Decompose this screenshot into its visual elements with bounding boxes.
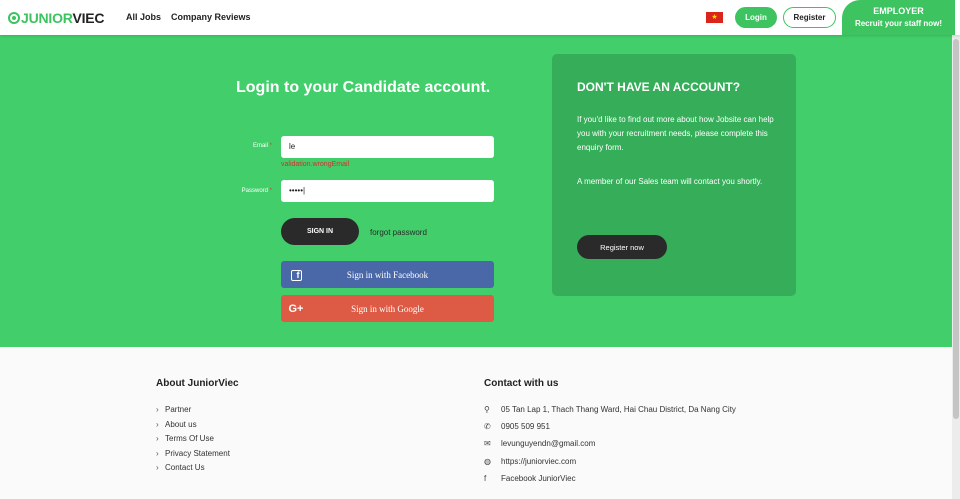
about-title: About JuniorViec xyxy=(156,378,239,389)
google-signin-button[interactable]: G+ Sign in with Google xyxy=(281,295,494,322)
signup-panel-title: DON'T HAVE AN ACCOUNT? xyxy=(577,80,741,94)
phone-icon: ✆ xyxy=(484,422,491,431)
vietnam-flag-icon[interactable]: ★ xyxy=(706,12,723,23)
footer-link-terms[interactable]: › Terms Of Use xyxy=(156,434,214,443)
google-signin-label: Sign in with Google xyxy=(351,303,424,314)
employer-button[interactable]: EMPLOYER Recruit your staff now! xyxy=(842,0,955,35)
chevron-right-icon: › xyxy=(156,420,159,429)
footer-link-partner[interactable]: › Partner xyxy=(156,405,191,414)
required-mark: * xyxy=(269,143,272,149)
password-field[interactable]: •••••| xyxy=(281,180,494,202)
login-title: Login to your Candidate account. xyxy=(236,79,491,96)
chevron-right-icon: › xyxy=(156,405,159,414)
footer-link-contact-us[interactable]: › Contact Us xyxy=(156,463,205,472)
envelope-icon: ✉ xyxy=(484,439,491,448)
contact-phone: ✆ 0905 509 951 xyxy=(484,422,550,431)
google-plus-icon: G+ xyxy=(288,302,304,315)
email-field[interactable]: le xyxy=(281,136,494,158)
employer-title: EMPLOYER xyxy=(873,6,924,16)
facebook-signin-button[interactable]: f Sign in with Facebook xyxy=(281,261,494,288)
signup-panel: DON'T HAVE AN ACCOUNT? If you'd like to … xyxy=(552,54,796,296)
footer-link-about-us[interactable]: › About us xyxy=(156,420,197,429)
signup-panel-text-1: If you'd like to find out more about how… xyxy=(577,115,774,152)
contact-address: ⚲ 05 Tan Lap 1, Thach Thang Ward, Hai Cha… xyxy=(484,405,736,414)
email-label: Email * xyxy=(252,143,272,149)
site-logo[interactable]: JUNIORVIEC xyxy=(8,9,105,27)
nav-all-jobs[interactable]: All Jobs xyxy=(126,12,161,22)
map-marker-icon: ⚲ xyxy=(484,405,490,414)
employer-subtitle: Recruit your staff now! xyxy=(854,19,943,28)
forgot-password-link[interactable]: forgot password xyxy=(370,228,427,237)
contact-email[interactable]: ✉ levunguyendn@gmail.com xyxy=(484,439,595,448)
page-scrollbar[interactable] xyxy=(952,35,960,499)
password-label: Password * xyxy=(241,188,272,194)
scrollbar-thumb[interactable] xyxy=(953,39,959,419)
nav-company-reviews[interactable]: Company Reviews xyxy=(171,12,251,22)
contact-website[interactable]: ◍ https://juniorviec.com xyxy=(484,457,576,466)
logo-text-viec: VIEC xyxy=(72,10,105,26)
chevron-right-icon: › xyxy=(156,449,159,458)
facebook-signin-label: Sign in with Facebook xyxy=(346,269,429,280)
facebook-icon: f xyxy=(484,474,487,483)
sign-in-button[interactable]: SIGN IN xyxy=(281,218,359,245)
top-header: JUNIORVIEC All Jobs Company Reviews ★ Lo… xyxy=(0,0,960,35)
chevron-right-icon: › xyxy=(156,434,159,443)
register-now-button[interactable]: Register now xyxy=(577,235,667,259)
signup-panel-text-2: A member of our Sales team will contact … xyxy=(577,177,763,186)
header-register-button[interactable]: Register xyxy=(783,7,836,28)
logo-text-junior: JUNIOR xyxy=(21,10,73,26)
footer-link-privacy[interactable]: › Privacy Statement xyxy=(156,449,230,458)
logo-icon xyxy=(8,12,20,24)
chevron-right-icon: › xyxy=(156,463,159,472)
contact-title: Contact with us xyxy=(484,378,559,389)
globe-icon: ◍ xyxy=(484,457,491,466)
login-section: Login to your Candidate account. Email *… xyxy=(0,35,952,347)
contact-facebook[interactable]: f Facebook JuniorViec xyxy=(484,474,576,483)
facebook-icon: f xyxy=(290,269,302,281)
header-login-button[interactable]: Login xyxy=(735,7,777,28)
required-mark: * xyxy=(269,188,272,194)
email-error-message: validation.wrongEmail xyxy=(281,161,350,168)
